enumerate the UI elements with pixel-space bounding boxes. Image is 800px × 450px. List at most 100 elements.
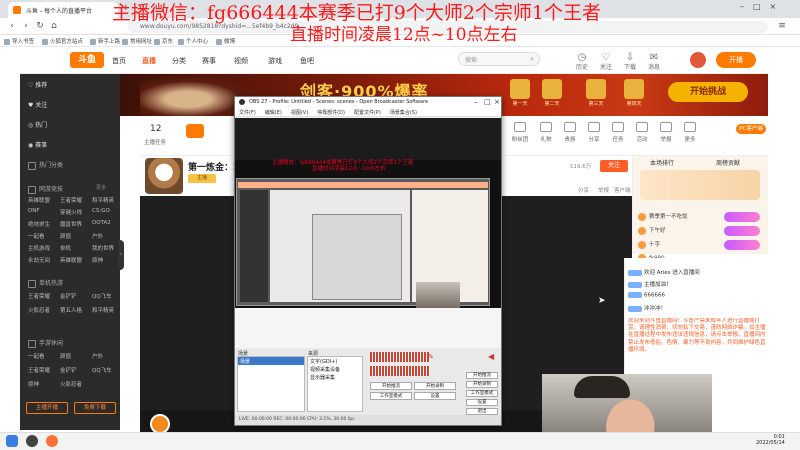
back-icon[interactable]: ‹ xyxy=(6,20,18,32)
category-link[interactable]: 英雄联盟 xyxy=(60,256,82,264)
obs-menu-item[interactable]: 视图(V) xyxy=(291,110,308,116)
menu-icon[interactable]: ≡ xyxy=(776,20,788,32)
nav-category[interactable]: 分类 xyxy=(172,56,186,66)
obs-menu-item[interactable]: 场景集合(S) xyxy=(390,110,417,116)
category-link[interactable]: 我的世界 xyxy=(92,244,114,252)
bookmark-item[interactable]: 常用网址 xyxy=(122,37,152,45)
category-link[interactable]: 单机 xyxy=(60,244,71,252)
obs-taskbar-icon[interactable] xyxy=(26,435,38,447)
mixer-button[interactable]: 工作室模式 xyxy=(370,392,412,400)
gift-icon[interactable] xyxy=(150,414,170,434)
category-link[interactable]: 户外 xyxy=(92,232,103,240)
tool-more[interactable]: 更多 xyxy=(678,122,702,143)
category-link[interactable]: CS:GO xyxy=(92,208,110,214)
home-icon[interactable]: ⌂ xyxy=(48,20,60,32)
tab-rank[interactable]: 本场排行 xyxy=(650,158,674,167)
rank-row[interactable]: 赛季第一不吃饭 xyxy=(638,212,764,224)
rank-row[interactable]: 十字 xyxy=(638,240,764,252)
follow-button[interactable]: 关注 xyxy=(600,160,628,172)
category-link[interactable]: 原神 xyxy=(92,256,103,264)
category-link[interactable]: 金铲铲 xyxy=(60,292,77,300)
category-link[interactable]: 绝地求生 xyxy=(28,220,50,228)
pc-client-button[interactable]: PC客户端 xyxy=(736,124,766,134)
nav-match[interactable]: 赛事 xyxy=(202,56,216,66)
tool-activity[interactable]: 活动 xyxy=(630,122,654,143)
category-link[interactable]: 户外 xyxy=(92,352,103,360)
studio-mode-button[interactable]: 工作室模式 xyxy=(466,390,498,397)
tool-report[interactable]: 举报 xyxy=(654,122,678,143)
category-link[interactable]: 王者荣耀 xyxy=(28,366,50,374)
banner-start-button[interactable]: 开始挑战 xyxy=(668,82,748,102)
obs-close-icon[interactable]: × xyxy=(494,98,500,106)
category-link[interactable]: 英雄联盟 xyxy=(28,196,50,204)
category-link[interactable]: 火影忍者 xyxy=(60,380,82,388)
room-report-link[interactable]: 举报 xyxy=(598,186,609,194)
bookmark-item[interactable]: 新手上路 xyxy=(90,37,120,45)
category-link[interactable]: 魔兽世界 xyxy=(60,220,82,228)
exit-button[interactable]: 退出 xyxy=(466,408,498,415)
mixer-button[interactable]: 开始推流 xyxy=(370,382,412,390)
category-link[interactable]: 永劫无间 xyxy=(28,256,50,264)
mixer-gear-icon[interactable]: ✎ xyxy=(428,353,434,361)
sidebar-collapse-icon[interactable]: ‹ xyxy=(118,240,124,270)
source-item[interactable]: 显示器采集 xyxy=(310,374,335,381)
category-link[interactable]: QQ飞车 xyxy=(92,292,112,300)
bookmark-item[interactable]: 个人中心 xyxy=(178,37,208,45)
bookmark-item[interactable]: 京东 xyxy=(154,37,173,45)
source-item[interactable]: 视频采集设备 xyxy=(310,366,340,373)
obs-menu-item[interactable]: 配置文件(P) xyxy=(354,110,381,116)
sidebar-item-hot[interactable]: ◎ 热门 xyxy=(28,120,47,129)
room-share-link[interactable]: 分享 xyxy=(578,186,589,194)
browser-tab-active[interactable]: 斗鱼 - 每个人的直播平台 xyxy=(8,2,118,18)
category-link[interactable]: 和平精英 xyxy=(92,306,114,314)
tray-clock[interactable]: 0:01 2022/05/14 xyxy=(756,434,785,446)
category-link[interactable]: 和平精英 xyxy=(92,196,114,204)
start-streaming-button[interactable]: 开始推流 xyxy=(466,372,498,379)
task-label[interactable]: 主播任务 xyxy=(144,138,166,146)
tool-task[interactable]: 任务 xyxy=(606,122,630,143)
tool-share[interactable]: 分享 xyxy=(582,122,606,143)
source-item[interactable]: 文字(GDI+) xyxy=(310,358,337,365)
category-link[interactable]: DOTA2 xyxy=(92,220,111,226)
bookmark-item[interactable]: 微博 xyxy=(216,37,235,45)
category-link[interactable]: 金铲铲 xyxy=(60,366,77,374)
obs-menu-item[interactable]: 编辑(E) xyxy=(265,110,282,116)
obs-menu-item[interactable]: 停靠部件(D) xyxy=(317,110,345,116)
history-icon[interactable]: ◷ 历史 xyxy=(574,53,590,72)
fan-badge-icon[interactable] xyxy=(186,124,204,138)
category-link[interactable]: 一起看 xyxy=(28,352,45,360)
obs-minimize-icon[interactable]: – xyxy=(474,98,478,106)
tool-gift[interactable]: 礼物 xyxy=(534,122,558,143)
reload-icon[interactable]: ↻ xyxy=(34,20,46,32)
nav-yuba[interactable]: 鱼吧 xyxy=(300,56,314,66)
mixer-button[interactable]: 设置 xyxy=(414,392,456,400)
tab-week[interactable]: 周榜贡献 xyxy=(716,158,740,167)
search-input[interactable]: 搜索 xyxy=(458,52,540,66)
tool-fans[interactable]: 粉丝团 xyxy=(508,122,532,143)
category-link[interactable]: 原神 xyxy=(28,380,39,388)
category-link[interactable]: 第五人格 xyxy=(60,306,82,314)
douyu-logo[interactable]: 斗鱼 xyxy=(70,52,104,68)
search-icon[interactable]: ⌕ xyxy=(530,55,534,64)
category-link[interactable]: 火影忍者 xyxy=(28,306,50,314)
streamer-avatar[interactable] xyxy=(145,158,183,194)
category-link[interactable]: 穿越火线 xyxy=(60,208,82,216)
start-icon[interactable] xyxy=(6,435,18,447)
volume-icon[interactable]: ◀ xyxy=(488,352,494,361)
nav-live[interactable]: 直播 xyxy=(142,56,156,66)
room-client-link[interactable]: 客户端 xyxy=(614,186,631,194)
category-link[interactable]: DNF xyxy=(28,208,40,214)
bookmark-item[interactable]: 火狐官方站点 xyxy=(42,37,83,45)
category-link[interactable]: QQ飞车 xyxy=(92,366,112,374)
sidebar-more-link[interactable]: 更多 xyxy=(96,184,106,191)
settings-button[interactable]: 设置 xyxy=(466,399,498,406)
tool-noble[interactable]: 贵族 xyxy=(558,122,582,143)
open-live-button[interactable]: 开播 xyxy=(716,52,756,68)
user-avatar[interactable] xyxy=(690,52,706,68)
nav-game[interactable]: 游戏 xyxy=(268,56,282,66)
bookmark-item[interactable]: 导入书签 xyxy=(4,37,34,45)
obs-maximize-icon[interactable]: □ xyxy=(484,98,491,106)
category-link[interactable]: 主机游戏 xyxy=(28,244,50,252)
nav-video[interactable]: 视频 xyxy=(234,56,248,66)
download-app-button[interactable]: 免费下载 xyxy=(74,402,116,414)
